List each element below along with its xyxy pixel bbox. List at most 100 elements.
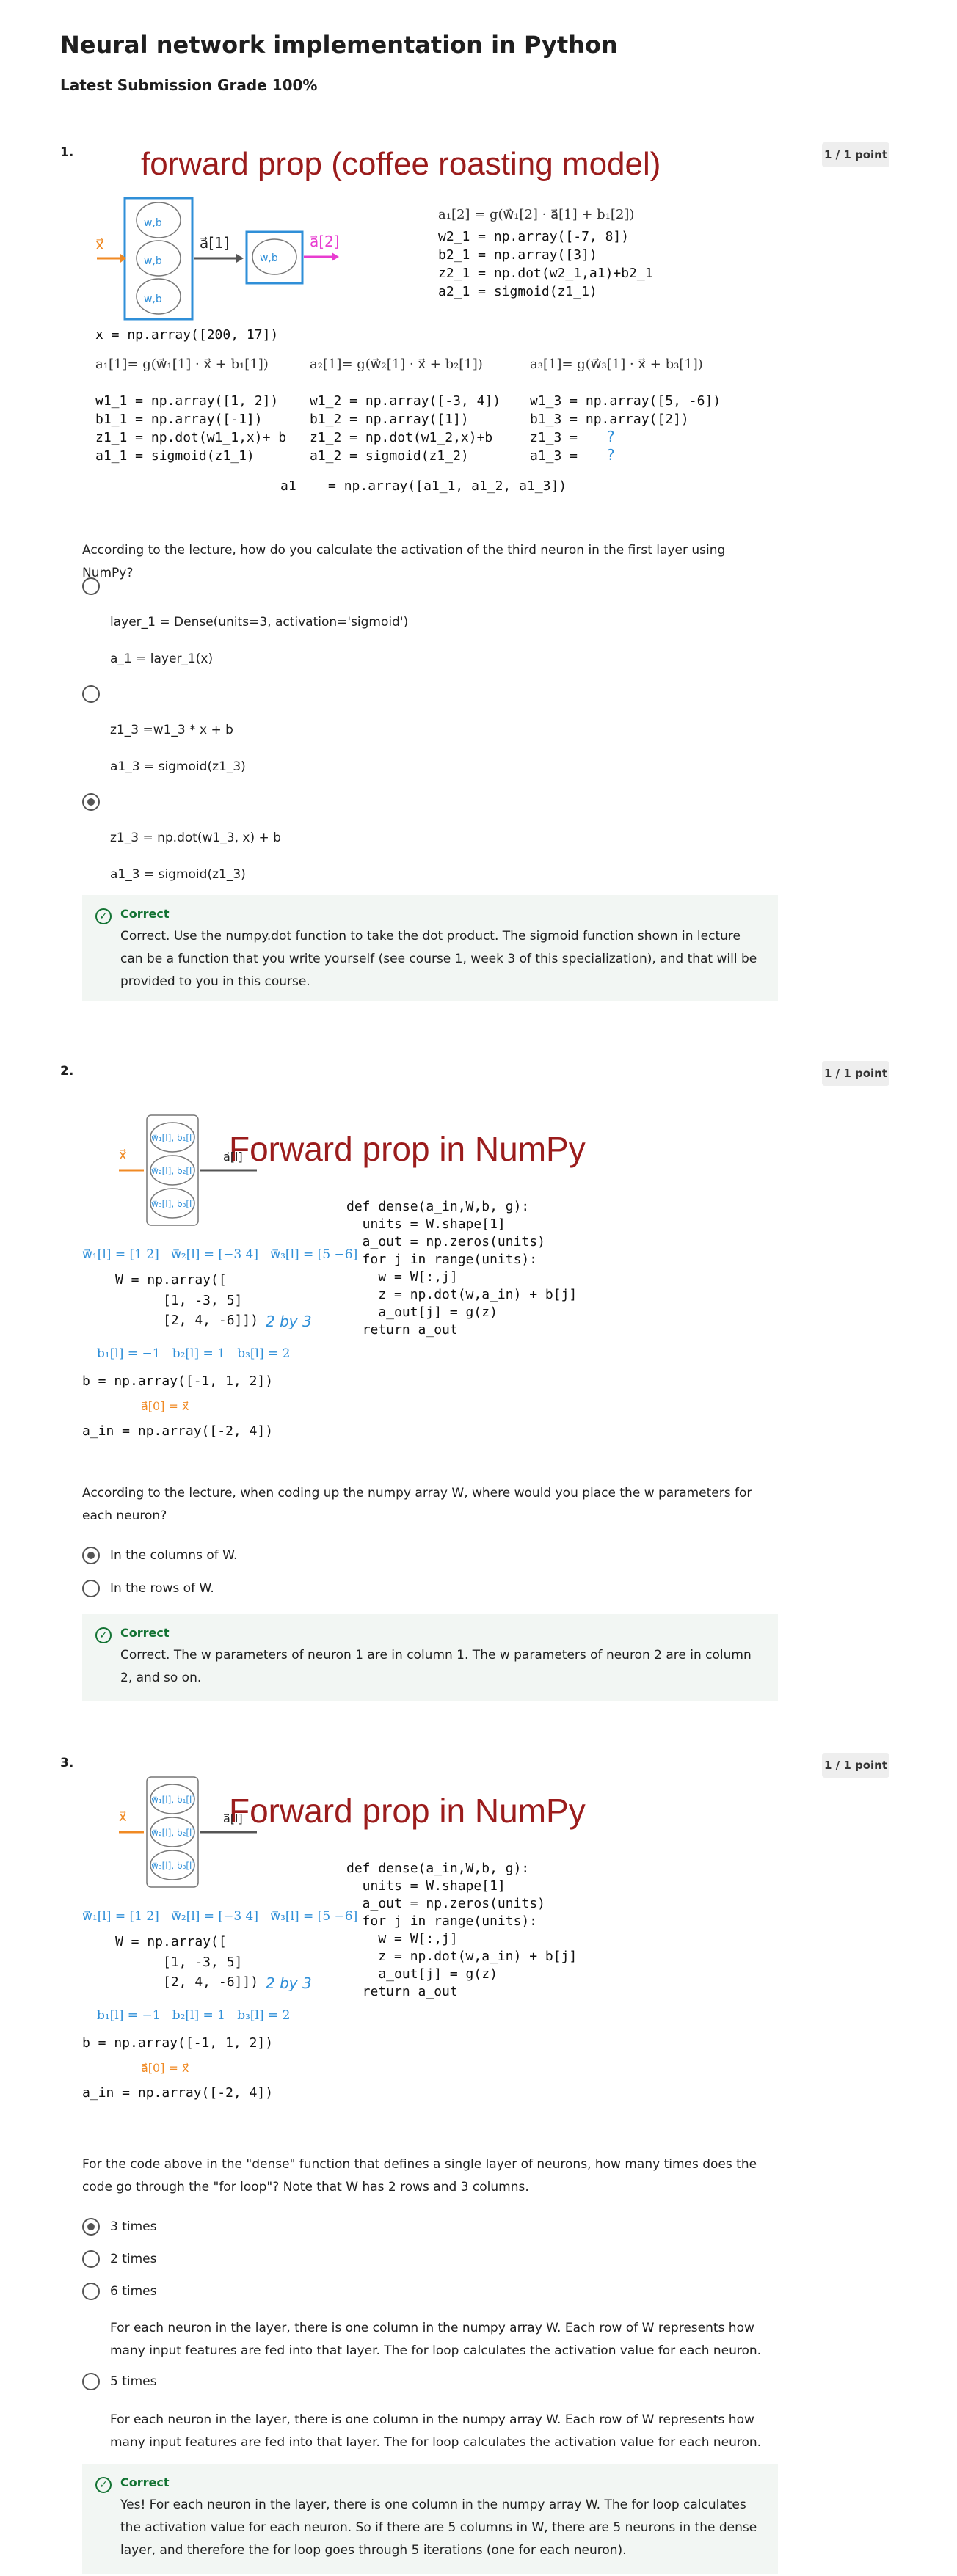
a0-label: a⃗[0] = x⃗ [141,2061,189,2075]
feedback-text: Correct. Use the numpy.dot function to t… [120,929,757,989]
feedback-label: Correct [120,2475,170,2489]
top-formula: a₁[2] = g(w⃗₁[2] · a⃗[1] + b₁[2]) [438,207,634,222]
dense-code-line: units = W.shape[1] [346,1216,506,1232]
svg-text:w2_1 = np.array([-7, 8]): w2_1 = np.array([-7, 8]) [438,229,629,244]
question-mark: ? [607,428,615,445]
option-line: a1_3 = sigmoid(z1_3) [110,759,246,774]
a1-label: a⃗[1] [200,234,230,252]
page-title: Neural network implementation in Python [60,31,618,59]
feedback-label: Correct [120,1626,170,1640]
option-radio[interactable] [82,2283,100,2300]
option-radio-selected[interactable] [82,1547,100,1564]
annotation: 2 by 3 [266,1974,312,1992]
svg-text:b1_3 = np.array([2]): b1_3 = np.array([2]) [530,412,689,427]
question-mark: ? [607,446,615,464]
figure-title: Forward prop in NumPy [229,1792,586,1830]
numpy-forward-prop-figure: Forward prop in NumPy w⃗₁[l], b₁[l] w⃗₂[l]… [82,1108,787,1460]
question-text: For the code above in the "dense" functi… [82,2157,757,2194]
a1-code: a1 = np.array([a1_1, a1_2, a1_3]) [280,478,567,494]
svg-text:w1_2 = np.array([-3, 4]): w1_2 = np.array([-3, 4]) [310,393,501,409]
w-row: [1, -3, 5] [163,1293,242,1308]
a-label: a⃗[l] [223,1811,243,1825]
dense-code-line: def dense(a_in,W,b, g): [346,1199,529,1214]
option-line: a_1 = layer_1(x) [110,652,214,666]
feedback-box: ✓ Correct Correct. The w parameters of n… [82,1614,778,1701]
w-row: [1, -3, 5] [163,1955,242,1970]
w-code: W = np.array([ [115,1272,227,1288]
dense-code-line: return a_out [346,1984,458,1999]
neuron-label: w⃗₃[l], b₃[l] [151,1199,195,1209]
a0-label: a⃗[0] = x⃗ [141,1399,189,1413]
feedback-box: ✓ Correct Yes! For each neuron in the la… [82,2464,778,2574]
neuron-label: w⃗₁[l], b₁[l] [151,1133,195,1143]
svg-text:a₂[1]= g(w⃗₂[1] · x⃗ + b₂[1]): a₂[1]= g(w⃗₂[1] · x⃗ + b₂[1]) [310,357,483,372]
svg-text:a1_2 = sigmoid(z1_2): a1_2 = sigmoid(z1_2) [310,448,469,464]
option-radio[interactable] [82,577,100,595]
option-radio-selected[interactable] [82,2218,100,2236]
feedback-label: Correct [120,907,170,921]
option-radio[interactable] [82,1580,100,1597]
dense-code-line: w = W[:,j] [346,1269,458,1285]
question-number: 2. [60,1064,74,1079]
b-values: b₁[l] = −1 b₂[l] = 1 b₃[l] = 2 [97,1346,290,1361]
option-label: 5 times [110,2374,157,2389]
dense-code-line: z = np.dot(w,a_in) + b[j] [346,1949,577,1964]
option-line: layer_1 = Dense(units=3, activation='sig… [110,615,409,630]
check-icon: ✓ [95,908,112,924]
svg-text:z1_2 = np.dot(w1_2,x)+b: z1_2 = np.dot(w1_2,x)+b [310,430,492,445]
svg-text:a₁[1]= g(w⃗₁[1] · x⃗ + b₁[1]): a₁[1]= g(w⃗₁[1] · x⃗ + b₁[1]) [95,357,269,372]
b-values: b₁[l] = −1 b₂[l] = 1 b₃[l] = 2 [97,2008,290,2023]
dense-code-line: a_out = np.zeros(units) [346,1896,545,1911]
dense-code-line: def dense(a_in,W,b, g): [346,1861,529,1876]
x-label: x⃗ [119,1147,127,1163]
option-explanation: For each neuron in the layer, there is o… [110,2321,762,2358]
svg-text:b1_2 = np.array([1]): b1_2 = np.array([1]) [310,412,469,427]
figure-title: Forward prop in NumPy [229,1130,586,1168]
w-vectors: w⃗₁[l] = [1 2] w⃗₂[l] = [−3 4] w⃗₃[l] = … [82,1247,357,1262]
points-badge: 1 / 1 point [822,1061,889,1086]
option-explanation: For each neuron in the layer, there is o… [110,2412,762,2450]
option-radio-selected[interactable] [82,793,100,811]
b-code: b = np.array([-1, 1, 2]) [82,2035,273,2051]
points-badge: 1 / 1 point [822,1753,889,1778]
svg-text:w1_3 = np.array([5, -6]): w1_3 = np.array([5, -6]) [530,393,721,409]
feedback-text: Correct. The w parameters of neuron 1 ar… [120,1648,752,1685]
option-radio[interactable] [82,2250,100,2268]
a2-label: a⃗[2] [310,233,340,250]
check-icon: ✓ [95,2477,112,2493]
annotation: 2 by 3 [266,1313,312,1330]
neuron-label: w⃗₂[l], b₂[l] [151,1828,195,1838]
dense-code-line: a_out = np.zeros(units) [346,1234,545,1249]
coffee-roasting-figure: forward prop (coffee roasting model) w,b… [82,139,787,528]
neuron-label: w⃗₃[l], b₃[l] [151,1861,195,1871]
option-radio[interactable] [82,685,100,703]
dense-code-line: a_out[j] = g(z) [346,1966,498,1982]
dense-code-line: for j in range(units): [346,1913,537,1929]
quiz-page: Neural network implementation in Python … [0,0,957,2576]
question-number: 3. [60,1756,74,1770]
a-in-code: a_in = np.array([-2, 4]) [82,1423,273,1439]
svg-text:b2_1 = np.array([3]): b2_1 = np.array([3]) [438,247,597,263]
x-label: x⃗ [119,1809,127,1825]
option-label: 2 times [110,2252,157,2266]
option-line: z1_3 = np.dot(w1_3, x) + b [110,831,281,845]
option-radio[interactable] [82,2373,100,2390]
svg-text:b1_1 = np.array([-1]): b1_1 = np.array([-1]) [95,412,263,427]
figure-title: forward prop (coffee roasting model) [141,146,661,182]
feedback-text: Yes! For each neuron in the layer, there… [120,2497,757,2558]
dense-code-line: w = W[:,j] [346,1931,458,1946]
dense-code-line: units = W.shape[1] [346,1878,506,1894]
feedback-box: ✓ Correct Correct. Use the numpy.dot fun… [82,895,778,1001]
question-text: According to the lecture, how do you cal… [82,543,726,580]
w-row: [2, 4, -6]]) [163,1313,258,1328]
check-icon: ✓ [95,1627,112,1643]
svg-text:w,b: w,b [144,255,162,267]
option-label: 3 times [110,2219,157,2234]
dense-code-line: a_out[j] = g(z) [346,1305,498,1320]
svg-text:z2_1 = np.dot(w2_1,a1)+b2_1: z2_1 = np.dot(w2_1,a1)+b2_1 [438,266,653,281]
w-row: [2, 4, -6]]) [163,1974,258,1990]
svg-text:a1_1 = sigmoid(z1_1): a1_1 = sigmoid(z1_1) [95,448,255,464]
svg-text:z1_1 = np.dot(w1_1,x)+ b: z1_1 = np.dot(w1_1,x)+ b [95,430,286,445]
option-label: 6 times [110,2284,157,2299]
svg-text:w1_1 = np.array([1, 2]): w1_1 = np.array([1, 2]) [95,393,278,409]
